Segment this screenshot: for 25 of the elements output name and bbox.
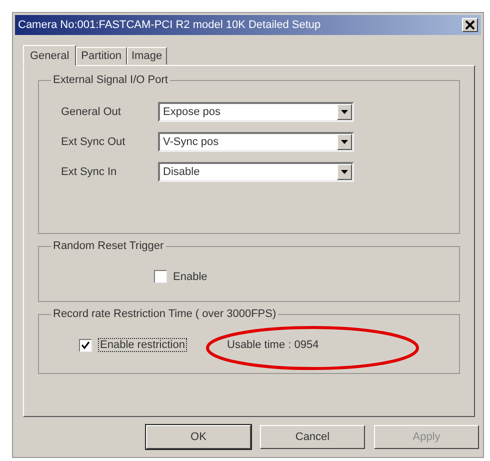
dialog-button[interactable]: Cancel [260,425,365,449]
checkbox-label[interactable]: Enable restriction [98,338,187,352]
close-button[interactable] [462,18,478,32]
tab[interactable]: Partition [76,47,126,65]
window-title: Camera No:001:FASTCAM-PCI R2 model 10K Detailed Setup [18,19,321,31]
caret-icon [341,140,348,144]
group-title: External Signal I/O Port [52,74,169,86]
usable-time-text: Usable time : 0954 [227,339,319,351]
checkbox[interactable] [79,338,92,352]
caret-icon [341,170,348,174]
dropdown[interactable]: Expose pos [158,102,354,122]
group-title: Record rate Restriction Time ( over 3000FPS) [52,308,278,320]
tab[interactable]: Image [126,47,168,65]
group-title: Random Reset Trigger [52,240,165,252]
checkbox-label[interactable]: Enable [173,270,208,282]
dropdown[interactable]: V-Sync pos [158,132,354,152]
caret-icon [341,110,348,114]
dropdown[interactable]: Disable [158,162,354,182]
checkbox[interactable] [154,270,167,283]
field-label: Ext Sync In [61,166,118,178]
field-label: Ext Sync Out [61,136,126,148]
close-icon [465,20,475,30]
tab[interactable]: General [23,45,76,66]
dialog-button[interactable]: OK [146,425,251,449]
field-label: General Out [61,106,122,118]
